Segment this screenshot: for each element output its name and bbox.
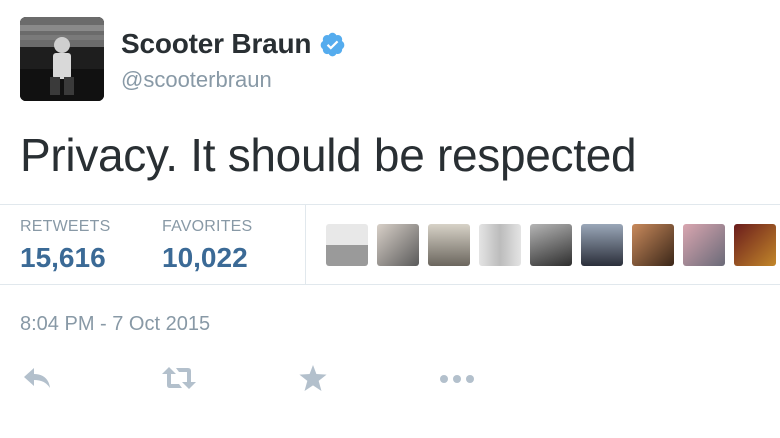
favorite-button[interactable] — [298, 362, 328, 398]
favorited-by-avatars — [326, 224, 776, 266]
favorites-count: 10,022 — [162, 242, 248, 273]
retweeter-avatar[interactable] — [530, 224, 572, 266]
retweet-icon — [162, 366, 196, 394]
user-handle[interactable]: @scooterbraun — [121, 67, 272, 93]
retweeter-avatar[interactable] — [479, 224, 521, 266]
profile-avatar[interactable] — [20, 17, 104, 101]
favorites-stat[interactable]: FAVORITES 10,022 — [162, 218, 252, 274]
verified-badge-icon — [319, 31, 346, 58]
retweets-count: 15,616 — [20, 242, 106, 273]
retweets-label: RETWEETS — [20, 218, 111, 235]
retweeter-avatar[interactable] — [632, 224, 674, 266]
retweeter-avatar[interactable] — [581, 224, 623, 266]
tweet-text: Privacy. It should be respected — [20, 129, 637, 181]
stats-top-divider — [0, 204, 780, 205]
star-icon — [299, 364, 327, 396]
retweet-button[interactable] — [160, 362, 198, 398]
favorites-label: FAVORITES — [162, 218, 253, 235]
display-name[interactable]: Scooter Braun — [121, 28, 312, 60]
stats-vertical-divider — [305, 204, 306, 284]
reply-button[interactable] — [20, 362, 54, 398]
retweeter-avatar[interactable] — [377, 224, 419, 266]
more-options-button[interactable] — [438, 362, 476, 398]
tweet-timestamp[interactable]: 8:04 PM - 7 Oct 2015 — [20, 313, 210, 336]
retweets-stat[interactable]: RETWEETS 15,616 — [20, 218, 111, 274]
retweeter-avatar[interactable] — [428, 224, 470, 266]
reply-icon — [23, 367, 51, 394]
retweeter-avatar[interactable] — [683, 224, 725, 266]
name-row: Scooter Braun — [121, 28, 346, 60]
stats-bottom-divider — [0, 284, 780, 285]
retweeter-avatar[interactable] — [326, 224, 368, 266]
more-dots-icon — [439, 371, 475, 389]
retweeter-avatar[interactable] — [734, 224, 776, 266]
avatar-image — [20, 17, 104, 101]
